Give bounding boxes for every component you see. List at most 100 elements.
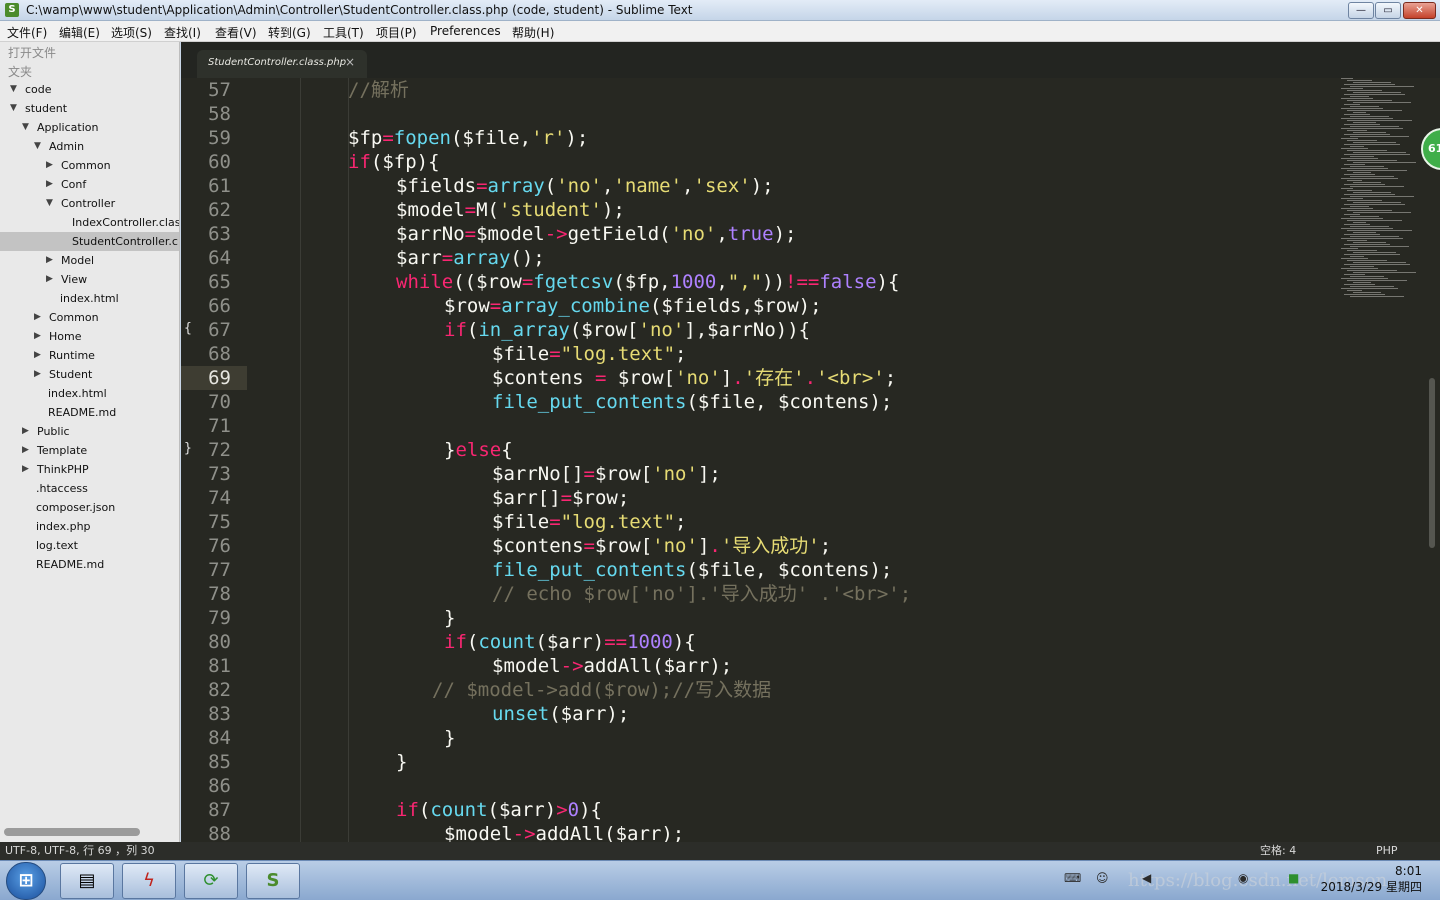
menu-preferences[interactable]: Preferences bbox=[430, 24, 501, 38]
update-tray-icon[interactable]: ◉ bbox=[1238, 871, 1248, 885]
status-indentation[interactable]: 空格: 4 bbox=[1260, 842, 1296, 860]
tree-item[interactable]: index.html bbox=[0, 289, 179, 308]
collapsed-arrow-icon[interactable]: ▶ bbox=[22, 422, 29, 441]
code-line[interactable]: } bbox=[396, 750, 407, 774]
tree-item[interactable]: README.md bbox=[0, 555, 179, 574]
tree-item[interactable]: ▼ Controller bbox=[0, 194, 179, 213]
code-line[interactable]: if($fp){ bbox=[348, 150, 440, 174]
tree-item[interactable]: README.md bbox=[0, 403, 179, 422]
menu-goto[interactable]: 转到(G) bbox=[268, 24, 311, 41]
fold-marker-icon[interactable]: } bbox=[184, 441, 192, 456]
expanded-arrow-icon[interactable]: ▼ bbox=[10, 99, 17, 118]
tree-item[interactable]: ▼ student bbox=[0, 99, 179, 118]
tree-item[interactable]: ▶ Conf bbox=[0, 175, 179, 194]
code-line[interactable]: file_put_contents($file, $contens); bbox=[492, 390, 892, 414]
menu-tools[interactable]: 工具(T) bbox=[323, 24, 364, 41]
minimize-button[interactable]: — bbox=[1348, 2, 1374, 19]
close-button[interactable]: ✕ bbox=[1403, 2, 1436, 19]
menu-view[interactable]: 查看(V) bbox=[215, 24, 257, 41]
tree-item[interactable]: index.html bbox=[0, 384, 179, 403]
menu-selection[interactable]: 选项(S) bbox=[111, 24, 152, 41]
expanded-arrow-icon[interactable]: ▼ bbox=[34, 137, 41, 156]
taskbar-refresh-icon[interactable]: ⟳ bbox=[184, 863, 238, 899]
expanded-arrow-icon[interactable]: ▼ bbox=[46, 194, 53, 213]
code-line[interactable]: $contens = $row['no'].'存在'.'<br>'; bbox=[492, 366, 896, 390]
code-line[interactable]: $model->addAll($arr); bbox=[444, 822, 684, 842]
collapsed-arrow-icon[interactable]: ▶ bbox=[34, 365, 41, 384]
code-line[interactable]: $arrNo=$model->getField('no',true); bbox=[396, 222, 796, 246]
code-line[interactable]: //解析 bbox=[348, 78, 409, 102]
code-line[interactable]: $model=M('student'); bbox=[396, 198, 625, 222]
code-line[interactable]: $model->addAll($arr); bbox=[492, 654, 732, 678]
tree-item[interactable]: IndexController.class bbox=[0, 213, 179, 232]
code-line[interactable]: $fields=array('no','name','sex'); bbox=[396, 174, 774, 198]
code-line[interactable]: } bbox=[444, 726, 455, 750]
maximize-button[interactable]: ▭ bbox=[1375, 2, 1401, 19]
tree-item[interactable]: ▶ View bbox=[0, 270, 179, 289]
tree-item[interactable]: ▶ Home bbox=[0, 327, 179, 346]
sidebar-scrollbar[interactable] bbox=[4, 828, 140, 836]
collapsed-arrow-icon[interactable]: ▶ bbox=[34, 327, 41, 346]
expanded-arrow-icon[interactable]: ▼ bbox=[22, 118, 29, 137]
tree-item[interactable]: ▶ Public bbox=[0, 422, 179, 441]
status-syntax[interactable]: PHP bbox=[1376, 842, 1398, 860]
code-line[interactable]: if(count($arr)>0){ bbox=[396, 798, 602, 822]
code-line[interactable]: // $model->add($row);//写入数据 bbox=[432, 678, 771, 702]
tree-item[interactable]: ▶ Model bbox=[0, 251, 179, 270]
fold-marker-icon[interactable]: { bbox=[184, 321, 192, 336]
taskbar-filezilla-icon[interactable]: ϟ bbox=[122, 863, 176, 899]
system-clock[interactable]: 8:01 2018/3/29 星期四 bbox=[1321, 863, 1422, 895]
code-line[interactable]: $row=array_combine($fields,$row); bbox=[444, 294, 822, 318]
code-line[interactable]: } bbox=[444, 606, 455, 630]
code-line[interactable]: file_put_contents($file, $contens); bbox=[492, 558, 892, 582]
collapsed-arrow-icon[interactable]: ▶ bbox=[22, 460, 29, 479]
collapsed-arrow-icon[interactable]: ▶ bbox=[46, 270, 53, 289]
keyboard-tray-icon[interactable]: ⌨ bbox=[1064, 871, 1081, 885]
tree-item[interactable]: log.text bbox=[0, 536, 179, 555]
tree-item[interactable]: ▶ Template bbox=[0, 441, 179, 460]
tree-item[interactable]: composer.json bbox=[0, 498, 179, 517]
code-line[interactable]: while(($row=fgetcsv($fp,1000,","))!==fal… bbox=[396, 270, 899, 294]
code-line[interactable]: $file="log.text"; bbox=[492, 510, 687, 534]
menu-edit[interactable]: 编辑(E) bbox=[59, 24, 100, 41]
tree-item[interactable]: ▼ Admin bbox=[0, 137, 179, 156]
collapsed-arrow-icon[interactable]: ▶ bbox=[46, 251, 53, 270]
expanded-arrow-icon[interactable]: ▼ bbox=[10, 80, 17, 99]
code-line[interactable]: $fp=fopen($file,'r'); bbox=[348, 126, 588, 150]
floating-badge[interactable]: 61 bbox=[1421, 128, 1440, 170]
collapsed-arrow-icon[interactable]: ▶ bbox=[34, 346, 41, 365]
tree-item[interactable]: ▶ Runtime bbox=[0, 346, 179, 365]
code-line[interactable]: if(in_array($row['no'],$arrNo)){ bbox=[444, 318, 810, 342]
editor-scrollbar[interactable] bbox=[1429, 378, 1435, 548]
tree-item[interactable]: ▶ Common bbox=[0, 156, 179, 175]
tree-item[interactable]: StudentController.cla bbox=[0, 232, 179, 251]
collapsed-arrow-icon[interactable]: ▶ bbox=[46, 156, 53, 175]
tab-close-icon[interactable]: × bbox=[345, 55, 355, 69]
menu-file[interactable]: 文件(F) bbox=[7, 24, 47, 41]
start-button[interactable]: ⊞ bbox=[6, 862, 46, 900]
taskbar-explorer-icon[interactable]: ▤ bbox=[60, 863, 114, 899]
tree-item[interactable]: ▶ ThinkPHP bbox=[0, 460, 179, 479]
code-editor[interactable]: 57 58 59 60 61 62 63 64 65 66 67 68 69 70 71 72 73 74 75 76… bbox=[181, 78, 1440, 842]
code-line[interactable]: $arr[]=$row; bbox=[492, 486, 629, 510]
code-line[interactable]: unset($arr); bbox=[492, 702, 629, 726]
menu-help[interactable]: 帮助(H) bbox=[512, 24, 554, 41]
menu-project[interactable]: 项目(P) bbox=[376, 24, 417, 41]
menu-find[interactable]: 查找(I) bbox=[164, 24, 201, 41]
taskbar-sublime-icon[interactable]: S bbox=[246, 863, 300, 899]
minimap[interactable] bbox=[1341, 78, 1421, 308]
network-tray-icon[interactable]: ☺ bbox=[1096, 871, 1109, 885]
tree-item[interactable]: .htaccess bbox=[0, 479, 179, 498]
code-line[interactable]: $contens=$row['no'].'导入成功'; bbox=[492, 534, 831, 558]
tree-item[interactable]: ▶ Student bbox=[0, 365, 179, 384]
tree-item[interactable]: ▶ Common bbox=[0, 308, 179, 327]
shield-tray-icon[interactable]: ■ bbox=[1288, 871, 1299, 885]
collapsed-arrow-icon[interactable]: ▶ bbox=[34, 308, 41, 327]
tree-item[interactable]: index.php bbox=[0, 517, 179, 536]
code-line[interactable]: }else{ bbox=[444, 438, 513, 462]
tab-student-controller[interactable]: StudentController.class.php × bbox=[197, 50, 367, 78]
code-line[interactable]: $arr=array(); bbox=[396, 246, 545, 270]
tree-item[interactable]: ▼ Application bbox=[0, 118, 179, 137]
code-line[interactable]: if(count($arr)==1000){ bbox=[444, 630, 696, 654]
collapsed-arrow-icon[interactable]: ▶ bbox=[46, 175, 53, 194]
